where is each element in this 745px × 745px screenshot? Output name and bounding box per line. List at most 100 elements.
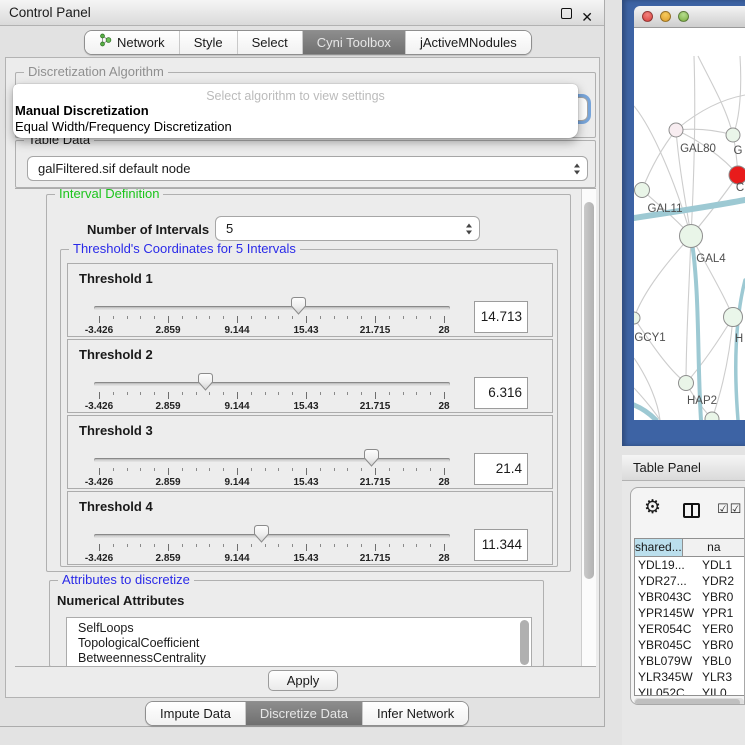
table-row[interactable]: YDL19...YDL1 <box>635 557 745 573</box>
numerical-attributes-list[interactable]: SelfLoopsTopologicalCoefficientBetweenne… <box>66 617 532 667</box>
split-columns-icon[interactable] <box>683 503 700 518</box>
slider-tick <box>430 392 431 395</box>
slider-tick <box>320 544 321 547</box>
slider-thumb[interactable] <box>291 297 306 315</box>
tab-jactivemnodules[interactable]: jActiveMNodules <box>405 31 531 54</box>
network-window-titlebar[interactable] <box>634 6 745 28</box>
network-node[interactable] <box>679 376 694 391</box>
algorithm-option-equal-width-frequency-discretization[interactable]: Equal Width/Frequency Discretization <box>13 119 578 135</box>
network-edge[interactable] <box>686 236 691 383</box>
attribute-list-item[interactable]: TopologicalCoefficient <box>67 636 531 651</box>
attribute-list-item[interactable]: SelfLoops <box>67 621 531 636</box>
table-row[interactable]: YBL079WYBL0 <box>635 653 745 669</box>
scrollbar-thumb[interactable] <box>520 620 529 665</box>
cyni-toolbox-panel: Discretization Algorithm Table Data galF… <box>5 57 600 698</box>
float-window-icon[interactable] <box>561 8 572 19</box>
attribute-list-item[interactable]: BetweennessCentrality <box>67 651 531 666</box>
minimize-light[interactable] <box>660 11 671 22</box>
threshold-value-field[interactable]: 11.344 <box>474 529 528 561</box>
slider-track[interactable] <box>94 534 450 538</box>
network-node[interactable] <box>669 123 683 137</box>
scrollbar-thumb[interactable] <box>635 699 740 706</box>
slider-track[interactable] <box>94 458 450 462</box>
table-cell: YDL1 <box>698 557 732 573</box>
attribute-list-scrollbar[interactable] <box>520 619 530 666</box>
tab-label: Impute Data <box>160 702 231 725</box>
tab-label: Style <box>194 31 223 54</box>
close-window-icon[interactable]: ✕ <box>581 4 593 30</box>
table-row[interactable]: YIL052CYIL0 <box>635 685 745 696</box>
slider-tick <box>154 392 155 395</box>
tab-label: jActiveMNodules <box>420 31 517 54</box>
zoom-light[interactable] <box>678 11 689 22</box>
network-edge[interactable] <box>634 318 686 383</box>
slider-tick <box>265 544 266 547</box>
table-panel-title: Table Panel <box>633 460 701 475</box>
network-edge[interactable] <box>634 236 691 318</box>
slider-tick <box>251 544 252 547</box>
network-node[interactable] <box>724 308 743 327</box>
slider-tick <box>182 468 183 471</box>
slider-thumb[interactable] <box>198 373 213 391</box>
table-row[interactable]: YDR27...YDR2 <box>635 573 745 589</box>
table-row[interactable]: YLR345WYLR3 <box>635 669 745 685</box>
network-highlight-edge[interactable] <box>736 280 745 420</box>
tab-label: Infer Network <box>377 702 454 725</box>
table-row[interactable]: YPR145WYPR1 <box>635 605 745 621</box>
slider-tick <box>403 544 404 547</box>
tab-impute-data[interactable]: Impute Data <box>146 702 245 725</box>
number-of-intervals-combobox[interactable]: 5 <box>215 216 480 241</box>
table-row[interactable]: YER054CYER0 <box>635 621 745 637</box>
network-edge[interactable] <box>676 95 745 130</box>
table-cell: YER054C <box>635 621 698 637</box>
table-column-header[interactable]: na <box>683 539 745 557</box>
viewport-vertical-scrollbar[interactable] <box>581 189 596 666</box>
threshold-panel: Threshold 4-3.4262.8599.14415.4321.71528… <box>67 491 553 565</box>
tab-network[interactable]: Network <box>85 31 179 54</box>
node-attribute-table[interactable]: shared...na YDL19...YDL1YDR27...YDR2YBR0… <box>634 538 745 696</box>
slider-tick <box>375 544 376 551</box>
slider-thumb[interactable] <box>254 525 269 543</box>
network-edge[interactable] <box>698 56 733 135</box>
tab-style[interactable]: Style <box>179 31 237 54</box>
table-data-combobox[interactable]: galFiltered.sif default node <box>27 156 588 181</box>
network-canvas[interactable]: GAL80GGAL11CGAL4GCY1HHAP2 <box>634 28 745 420</box>
network-graph: GAL80GGAL11CGAL4GCY1HHAP2 <box>634 28 745 420</box>
table-header-row: shared...na <box>635 539 745 557</box>
network-node[interactable] <box>680 225 703 248</box>
checkboxes-icon[interactable]: ☑☑ <box>717 501 742 517</box>
table-row[interactable]: YBR043CYBR0 <box>635 589 745 605</box>
slider-tick <box>251 468 252 471</box>
scrollbar-thumb[interactable] <box>584 202 594 579</box>
slider-tick <box>292 468 293 471</box>
tab-select[interactable]: Select <box>237 31 302 54</box>
apply-button[interactable]: Apply <box>268 670 338 691</box>
threshold-value-field[interactable]: 6.316 <box>474 377 528 409</box>
slider-track[interactable] <box>94 382 450 386</box>
slider-track[interactable] <box>94 306 450 310</box>
table-panel-content: ⚙ ☑☑ shared...na YDL19...YDL1YDR27...YDR… <box>630 487 745 705</box>
slider-tick <box>361 544 362 547</box>
slider-tick <box>306 316 307 323</box>
gear-icon[interactable]: ⚙ <box>644 496 661 519</box>
tab-infer-network[interactable]: Infer Network <box>362 702 468 725</box>
network-node[interactable] <box>634 312 640 324</box>
network-node[interactable] <box>635 183 650 198</box>
algorithm-option-manual-discretization[interactable]: Manual Discretization <box>13 103 578 119</box>
slider-tick <box>127 468 128 471</box>
network-highlight-edge[interactable] <box>634 405 656 420</box>
tab-discretize-data[interactable]: Discretize Data <box>245 702 362 725</box>
tab-cyni-toolbox[interactable]: Cyni Toolbox <box>302 31 405 54</box>
network-node[interactable] <box>726 128 740 142</box>
table-column-header[interactable]: shared... <box>635 539 683 557</box>
slider-thumb[interactable] <box>364 449 379 467</box>
close-light[interactable] <box>642 11 653 22</box>
threshold-value-field[interactable]: 21.4 <box>474 453 528 485</box>
table-horizontal-scrollbar[interactable] <box>634 698 744 705</box>
table-row[interactable]: YBR045CYBR0 <box>635 637 745 653</box>
network-edge[interactable] <box>733 56 741 135</box>
network-edge[interactable] <box>642 130 676 190</box>
slider-tick-label: 28 <box>438 553 449 564</box>
threshold-value-field[interactable]: 14.713 <box>474 301 528 333</box>
network-edge[interactable] <box>686 317 733 383</box>
